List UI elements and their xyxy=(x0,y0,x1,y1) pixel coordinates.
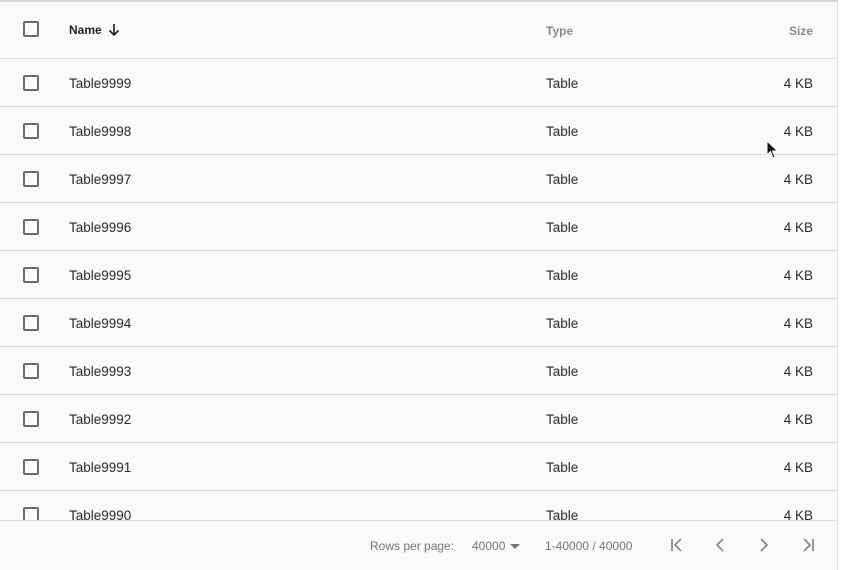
rows-per-page-label: Rows per page: xyxy=(370,539,455,553)
arrow-down-icon[interactable] xyxy=(108,23,120,37)
caret-down-icon xyxy=(510,543,521,549)
row-checkbox[interactable] xyxy=(23,75,39,91)
chevron-left-icon[interactable] xyxy=(710,535,730,555)
table-row[interactable]: Table9999 Table 4 KB xyxy=(0,59,837,107)
table-row[interactable]: Table9998 Table 4 KB xyxy=(0,107,837,155)
cell-size: 4 KB xyxy=(783,508,813,520)
select-all-checkbox[interactable] xyxy=(23,21,39,37)
table-row[interactable]: Table9996 Table 4 KB xyxy=(0,203,837,251)
cell-name: Table9997 xyxy=(69,172,132,187)
table-row[interactable]: Table9992 Table 4 KB xyxy=(0,395,837,443)
cell-type: Table xyxy=(546,508,579,520)
cell-name: Table9998 xyxy=(69,124,132,139)
table-row[interactable]: Table9995 Table 4 KB xyxy=(0,251,837,299)
row-checkbox[interactable] xyxy=(23,123,39,139)
row-checkbox[interactable] xyxy=(23,411,39,427)
cell-size: 4 KB xyxy=(783,460,813,475)
cell-size: 4 KB xyxy=(783,316,813,331)
rows-per-page-select[interactable]: 40000 xyxy=(472,539,521,553)
cell-size: 4 KB xyxy=(783,124,813,139)
cell-size: 4 KB xyxy=(783,412,813,427)
cell-type: Table xyxy=(546,220,579,235)
row-checkbox[interactable] xyxy=(23,459,39,475)
column-header-type[interactable]: Type xyxy=(546,24,573,38)
cell-name: Table9994 xyxy=(69,316,132,331)
table-row[interactable]: Table9993 Table 4 KB xyxy=(0,347,837,395)
chevron-right-icon[interactable] xyxy=(754,535,774,555)
cell-size: 4 KB xyxy=(783,268,813,283)
row-checkbox[interactable] xyxy=(23,315,39,331)
row-checkbox[interactable] xyxy=(23,507,39,520)
cell-name: Table9999 xyxy=(69,76,132,91)
cell-size: 4 KB xyxy=(783,172,813,187)
cell-name: Table9995 xyxy=(69,268,132,283)
last-page-icon[interactable] xyxy=(798,535,818,555)
row-checkbox[interactable] xyxy=(23,363,39,379)
cell-name: Table9992 xyxy=(69,412,132,427)
cell-size: 4 KB xyxy=(783,220,813,235)
rows-per-page-value: 40000 xyxy=(472,539,506,553)
table-row[interactable]: Table9991 Table 4 KB xyxy=(0,443,837,491)
cell-type: Table xyxy=(546,364,579,379)
table-pagination: Rows per page: 40000 1-40000 / 40000 xyxy=(0,520,837,570)
column-header-size[interactable]: Size xyxy=(789,24,813,38)
column-header-name[interactable]: Name xyxy=(69,23,120,37)
data-table: Name Type Size Table9999 Table 4 KB Tabl… xyxy=(0,0,838,570)
cell-name: Table9990 xyxy=(69,508,132,520)
pagination-range: 1-40000 / 40000 xyxy=(545,539,633,553)
cell-size: 4 KB xyxy=(783,364,813,379)
cell-type: Table xyxy=(546,124,579,139)
table-body[interactable]: Table9999 Table 4 KB Table9998 Table 4 K… xyxy=(0,59,837,520)
cell-name: Table9996 xyxy=(69,220,132,235)
cell-size: 4 KB xyxy=(783,76,813,91)
table-row[interactable]: Table9994 Table 4 KB xyxy=(0,299,837,347)
cell-type: Table xyxy=(546,460,579,475)
cell-type: Table xyxy=(546,268,579,283)
row-checkbox[interactable] xyxy=(23,267,39,283)
row-checkbox[interactable] xyxy=(23,219,39,235)
cell-type: Table xyxy=(546,316,579,331)
column-header-name-label: Name xyxy=(69,23,102,37)
row-checkbox[interactable] xyxy=(23,171,39,187)
table-row[interactable]: Table9997 Table 4 KB xyxy=(0,155,837,203)
cell-name: Table9991 xyxy=(69,460,132,475)
cell-type: Table xyxy=(546,76,579,91)
first-page-icon[interactable] xyxy=(667,535,687,555)
cell-name: Table9993 xyxy=(69,364,132,379)
cell-type: Table xyxy=(546,172,579,187)
table-row[interactable]: Table9990 Table 4 KB xyxy=(0,491,837,520)
cell-type: Table xyxy=(546,412,579,427)
table-header: Name Type Size xyxy=(0,2,837,59)
